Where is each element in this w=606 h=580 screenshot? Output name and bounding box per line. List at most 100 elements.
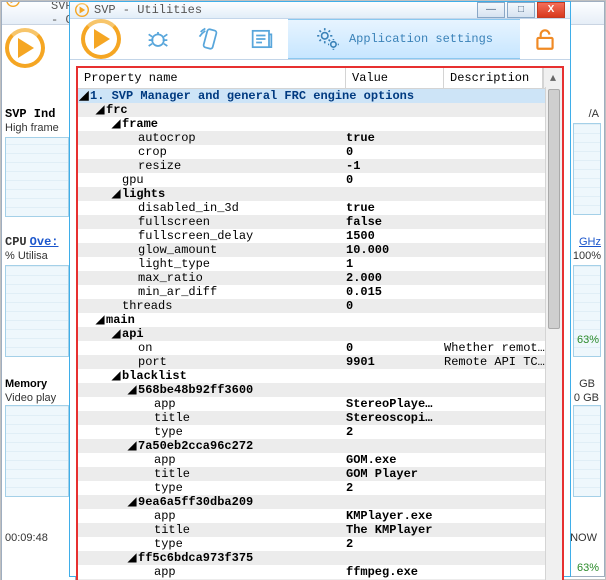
- tree-group-row[interactable]: ◢frame: [78, 117, 562, 131]
- tree-group-row[interactable]: ◢lights: [78, 187, 562, 201]
- property-value[interactable]: 2: [346, 425, 444, 439]
- expand-icon[interactable]: ◢: [126, 495, 138, 509]
- property-value[interactable]: StereoPlaye…: [346, 397, 444, 411]
- tree-property-row[interactable]: titleStereoscopi…: [78, 411, 562, 425]
- tree-property-row[interactable]: app ffmpeg.exe: [78, 565, 562, 579]
- app-logo[interactable]: [70, 19, 132, 59]
- toolbar-news-icon[interactable]: [236, 19, 288, 59]
- property-value[interactable]: 0: [346, 299, 444, 313]
- property-value[interactable]: true: [346, 131, 444, 145]
- property-value[interactable]: 10.000: [346, 243, 444, 257]
- expand-icon[interactable]: ◢: [110, 117, 122, 131]
- property-name: ◢frame: [78, 117, 346, 131]
- tree-property-row[interactable]: glow_amount10.000: [78, 243, 562, 257]
- expand-icon[interactable]: ◢: [110, 327, 122, 341]
- property-value: [346, 117, 444, 131]
- toolbar-lock-icon[interactable]: [520, 19, 570, 59]
- tree-group-row[interactable]: ◢ff5c6bdca973f375: [78, 551, 562, 565]
- tree-group-row[interactable]: ◢9ea6a5ff30dba209: [78, 495, 562, 509]
- tree-property-row[interactable]: titleGOM Player: [78, 467, 562, 481]
- property-value[interactable]: KMPlayer.exe: [346, 509, 444, 523]
- tree-property-row[interactable]: disabled_in_3d true: [78, 201, 562, 215]
- tree-property-row[interactable]: fullscreen_delay1500: [78, 229, 562, 243]
- section-header[interactable]: ◢ 1. SVP Manager and general FRC engine …: [78, 89, 562, 103]
- tree-property-row[interactable]: port9901Remote API TC…: [78, 355, 562, 369]
- tree-group-row[interactable]: ◢blacklist: [78, 369, 562, 383]
- property-value[interactable]: 1500: [346, 229, 444, 243]
- vertical-scrollbar-thumb[interactable]: [548, 89, 560, 329]
- tree-property-row[interactable]: on0Whether remot…: [78, 341, 562, 355]
- property-name-text: port: [138, 355, 167, 369]
- property-value[interactable]: true: [346, 201, 444, 215]
- tree-property-row[interactable]: min_ar_diff0.015: [78, 285, 562, 299]
- column-header-name[interactable]: Property name: [78, 68, 346, 88]
- toolbar-remote-icon[interactable]: [184, 19, 236, 59]
- property-value[interactable]: GOM Player: [346, 467, 444, 481]
- property-name: ◢main: [78, 313, 346, 327]
- property-value[interactable]: Stereoscopi…: [346, 411, 444, 425]
- settings-label: Application settings: [349, 32, 493, 46]
- column-header-value[interactable]: Value: [346, 68, 444, 88]
- property-value[interactable]: ffmpeg.exe: [346, 565, 444, 579]
- tree-property-row[interactable]: gpu0: [78, 173, 562, 187]
- tree-property-row[interactable]: max_ratio2.000: [78, 271, 562, 285]
- tree-property-row[interactable]: type2: [78, 481, 562, 495]
- vertical-scrollbar[interactable]: [545, 87, 562, 580]
- expand-icon[interactable]: ◢: [126, 383, 138, 397]
- property-value[interactable]: false: [346, 215, 444, 229]
- property-grid: Property name Value Description ▴ ◢ 1. S…: [76, 66, 564, 580]
- tree-property-row[interactable]: autocroptrue: [78, 131, 562, 145]
- desktop: /A GHz 100% 63% GB 0 GB NOW 63% SVP - C …: [0, 0, 606, 580]
- property-name: crop: [78, 145, 346, 159]
- property-value[interactable]: 2: [346, 537, 444, 551]
- expand-icon[interactable]: ◢: [126, 551, 138, 565]
- property-value[interactable]: 0: [346, 173, 444, 187]
- close-button[interactable]: X: [537, 2, 565, 18]
- property-value[interactable]: -1: [346, 159, 444, 173]
- tree-group-row[interactable]: ◢568be48b92ff3600: [78, 383, 562, 397]
- tree-property-row[interactable]: appStereoPlaye…: [78, 397, 562, 411]
- expand-icon[interactable]: ◢: [94, 103, 106, 117]
- expand-icon[interactable]: ◢: [110, 369, 122, 383]
- toolbar-settings-tab[interactable]: Application settings: [288, 19, 520, 59]
- tree-property-row[interactable]: fullscreenfalse: [78, 215, 562, 229]
- property-value[interactable]: 0: [346, 145, 444, 159]
- tree-group-row[interactable]: ◢7a50eb2cca96c272: [78, 439, 562, 453]
- property-name-text: disabled_in_3d: [138, 201, 239, 215]
- property-value[interactable]: 0.015: [346, 285, 444, 299]
- property-name-text: frc: [106, 103, 128, 117]
- tree-group-row[interactable]: ◢main: [78, 313, 562, 327]
- property-value[interactable]: The KMPlayer: [346, 523, 444, 537]
- property-name: fullscreen_delay: [78, 229, 346, 243]
- property-value[interactable]: 0: [346, 341, 444, 355]
- expand-icon[interactable]: ◢: [110, 187, 122, 201]
- tree-property-row[interactable]: light_type1: [78, 257, 562, 271]
- property-value[interactable]: 2: [346, 481, 444, 495]
- expand-icon[interactable]: ◢: [78, 89, 90, 103]
- tree-group-row[interactable]: ◢frc: [78, 103, 562, 117]
- column-header-description[interactable]: Description: [444, 68, 543, 88]
- tree-property-row[interactable]: crop0: [78, 145, 562, 159]
- titlebar[interactable]: SVP - Utilities — □ X: [70, 2, 570, 19]
- tree-group-row[interactable]: ◢api: [78, 327, 562, 341]
- tree-property-row[interactable]: titleThe KMPlayer: [78, 523, 562, 537]
- maximize-button[interactable]: □: [507, 2, 535, 18]
- scroll-up-button[interactable]: ▴: [543, 68, 562, 88]
- minimize-button[interactable]: —: [477, 2, 505, 18]
- tree-property-row[interactable]: threads0: [78, 299, 562, 313]
- toolbar-bug-icon[interactable]: [132, 19, 184, 59]
- tree-property-row[interactable]: resize-1: [78, 159, 562, 173]
- property-value[interactable]: 9901: [346, 355, 444, 369]
- tree-property-row[interactable]: appGOM.exe: [78, 453, 562, 467]
- tree-property-row[interactable]: type2: [78, 425, 562, 439]
- tree-property-row[interactable]: type2: [78, 537, 562, 551]
- property-value[interactable]: 2.000: [346, 271, 444, 285]
- property-value[interactable]: 1: [346, 257, 444, 271]
- expand-icon[interactable]: ◢: [126, 439, 138, 453]
- tree-property-row[interactable]: appKMPlayer.exe: [78, 509, 562, 523]
- expand-icon[interactable]: ◢: [94, 313, 106, 327]
- window-title: SVP - Utilities: [94, 3, 202, 17]
- property-value[interactable]: GOM.exe: [346, 453, 444, 467]
- property-name-text: app: [154, 565, 176, 579]
- property-name: autocrop: [78, 131, 346, 145]
